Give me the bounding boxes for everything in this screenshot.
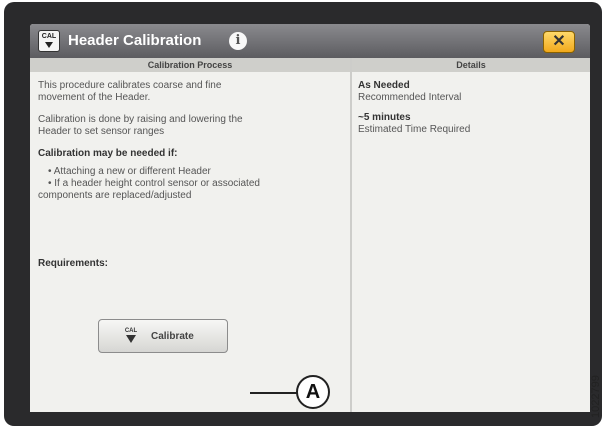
calibrate-button-label: Calibrate	[151, 331, 194, 342]
bullet-attach-header: • Attaching a new or different Header	[48, 166, 211, 177]
calibrate-icon: CAL	[123, 328, 139, 346]
callout-marker: A	[296, 375, 330, 409]
time-label: Estimated Time Required	[358, 124, 471, 135]
callout-leader-line	[250, 392, 298, 394]
requirements-heading: Requirements:	[38, 258, 109, 269]
intro-text-line2: movement of the Header.	[38, 92, 151, 103]
time-value: ~5 minutes	[358, 112, 411, 123]
calibrate-icon-label: CAL	[124, 328, 138, 334]
calibration-text-line1: Calibration is done by raising and lower…	[38, 114, 243, 125]
content-area: Calibration Process Details This procedu…	[30, 58, 590, 412]
down-arrow-icon	[126, 335, 136, 343]
calibration-process-heading: Calibration Process	[30, 58, 350, 72]
interval-value: As Needed	[358, 80, 410, 91]
intro-text-line1: This procedure calibrates coarse and fin…	[38, 80, 222, 91]
close-button[interactable]: ✕	[543, 31, 575, 53]
info-icon[interactable]: i	[229, 32, 247, 50]
bullet-sensor-line1: • If a header height control sensor or a…	[48, 178, 260, 189]
interval-label: Recommended Interval	[358, 92, 462, 103]
needed-if-heading: Calibration may be needed if:	[38, 148, 178, 159]
title-bar: CAL Header Calibration i ✕	[30, 24, 590, 58]
screen: CAL Header Calibration i ✕ Calibration P…	[30, 24, 590, 412]
calibration-process-panel: This procedure calibrates coarse and fin…	[30, 72, 350, 412]
calibration-app-icon: CAL	[38, 30, 60, 52]
calibrate-button[interactable]: CAL Calibrate	[98, 319, 228, 353]
bullet-sensor-line2: components are replaced/adjusted	[38, 190, 192, 201]
details-heading: Details	[352, 58, 590, 72]
details-panel: As Needed Recommended Interval ~5 minute…	[352, 72, 590, 412]
window-title: Header Calibration	[68, 32, 202, 49]
display-bezel: CAL Header Calibration i ✕ Calibration P…	[4, 2, 602, 426]
app-icon-label: CAL	[41, 33, 57, 40]
figure-id: 1022799	[590, 375, 602, 418]
calibration-text-line2: Header to set sensor ranges	[38, 126, 165, 137]
down-arrow-icon	[45, 42, 53, 48]
